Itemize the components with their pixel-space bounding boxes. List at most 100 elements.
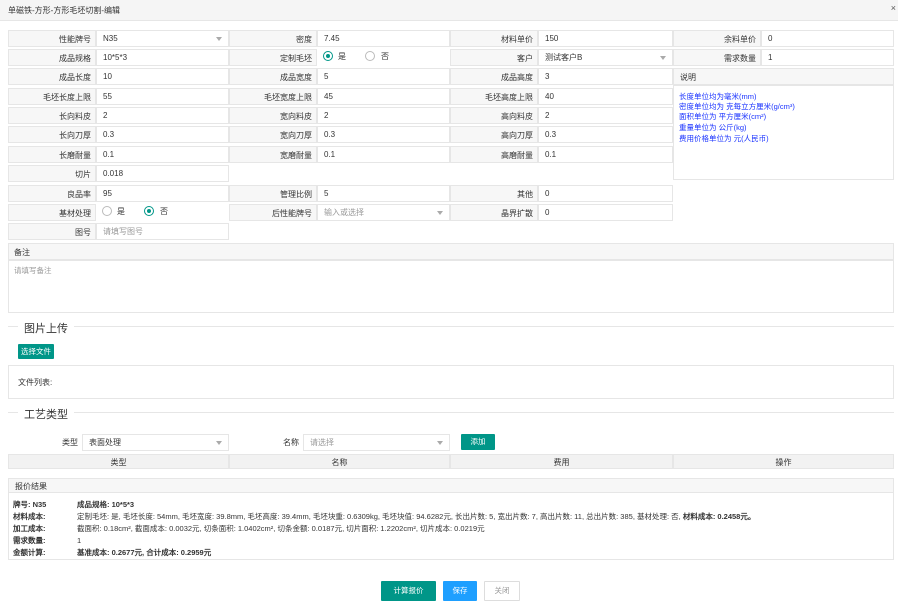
result-grade: 牌号: N35 xyxy=(13,500,47,509)
table-header-type: 类型 xyxy=(8,454,229,469)
chevron-down-icon xyxy=(216,441,222,445)
result-amount-row: 金额计算: 基准成本: 0.2677元, 合计成本: 0.2959元 xyxy=(13,547,211,558)
width-blade-label: 宽向刀厚 xyxy=(229,126,317,143)
post-grade-label: 后性能牌号 xyxy=(229,204,317,221)
add-process-button[interactable]: 添加 xyxy=(461,434,495,450)
spec-input[interactable]: 10*5*3 xyxy=(96,49,229,66)
process-type-label: 类型 xyxy=(8,434,82,451)
save-button[interactable]: 保存 xyxy=(443,581,477,601)
height-label: 成品高度 xyxy=(450,68,538,85)
result-material-row: 材料成本: 定制毛坯: 是, 毛坯长度: 54mm, 毛坯宽度: 39.8mm, … xyxy=(13,511,755,522)
choose-file-button[interactable]: 选择文件 xyxy=(18,344,54,359)
result-processing-key: 加工成本: xyxy=(13,524,46,533)
table-header-actions: 操作 xyxy=(673,454,894,469)
height-blade-input[interactable]: 0.3 xyxy=(538,126,673,143)
base-treatment-no-radio[interactable] xyxy=(144,206,154,216)
other-label: 其他 xyxy=(450,185,538,202)
spec-label: 成品规格 xyxy=(8,49,96,66)
grain-diffusion-input[interactable]: 0 xyxy=(538,204,673,221)
section-divider xyxy=(8,412,894,413)
other-input[interactable]: 0 xyxy=(538,185,673,202)
result-spec: 成品规格: 10*5*3 xyxy=(77,500,135,509)
width-blade-input[interactable]: 0.3 xyxy=(317,126,450,143)
grade-select[interactable]: N35 xyxy=(96,30,229,47)
width-grind-label: 宽磨耐量 xyxy=(229,146,317,163)
notes-line: 费用价格单位为 元(人民币) xyxy=(679,134,769,143)
base-treatment-yes-radio[interactable] xyxy=(102,206,112,216)
blank-length-input[interactable]: 55 xyxy=(96,88,229,105)
result-header: 报价结果 xyxy=(8,478,894,493)
close-icon[interactable]: × xyxy=(891,3,896,13)
result-amount-key: 金额计算: xyxy=(13,548,46,557)
custom-blank-no-radio[interactable] xyxy=(365,51,375,61)
width-grind-input[interactable]: 0.1 xyxy=(317,146,450,163)
process-name-select[interactable]: 请选择 xyxy=(303,434,450,451)
height-blade-label: 高向刀厚 xyxy=(450,126,538,143)
height-skin-input[interactable]: 2 xyxy=(538,107,673,124)
width-skin-input[interactable]: 2 xyxy=(317,107,450,124)
drawing-number-label: 图号 xyxy=(8,223,96,240)
notes-line: 重量单位为 公斤(kg) xyxy=(679,123,747,132)
yield-input[interactable]: 95 xyxy=(96,185,229,202)
scrap-price-label: 余料单价 xyxy=(673,30,761,47)
notes-line: 面积单位为 平方厘米(cm²) xyxy=(679,112,767,121)
remark-label: 备注 xyxy=(8,243,894,260)
file-list-panel: 文件列表: xyxy=(8,365,894,399)
result-qty-value: 1 xyxy=(77,536,82,545)
table-header-cost: 费用 xyxy=(450,454,673,469)
length-label: 成品长度 xyxy=(8,68,96,85)
custom-blank-yes-radio[interactable] xyxy=(323,51,333,61)
close-button[interactable]: 关闭 xyxy=(484,581,520,601)
height-grind-label: 高磨耐量 xyxy=(450,146,538,163)
height-input[interactable]: 3 xyxy=(538,68,673,85)
post-grade-select[interactable]: 输入或选择 xyxy=(317,204,450,221)
length-blade-input[interactable]: 0.3 xyxy=(96,126,229,143)
result-qty-key: 需求数量: xyxy=(13,536,46,545)
window-title: 单磁铁-方形-方形毛坯切割-编辑 xyxy=(8,6,120,15)
density-input[interactable]: 7.45 xyxy=(317,30,450,47)
qty-input[interactable]: 1 xyxy=(761,49,894,66)
width-label: 成品宽度 xyxy=(229,68,317,85)
slice-label: 切片 xyxy=(8,165,96,182)
process-section-title: 工艺类型 xyxy=(18,406,74,422)
blank-width-label: 毛坯宽度上限 xyxy=(229,88,317,105)
chevron-down-icon xyxy=(437,441,443,445)
base-treatment-radio-group: 是 否 xyxy=(96,204,229,221)
file-list-label: 文件列表: xyxy=(18,378,53,387)
blank-height-input[interactable]: 40 xyxy=(538,88,673,105)
upload-section-title: 图片上传 xyxy=(18,320,74,336)
table-header-name: 名称 xyxy=(229,454,450,469)
remark-textarea[interactable]: 请填写备注 xyxy=(8,260,894,313)
notes-textarea[interactable]: 长度单位均为毫米(mm) 密度单位均为 克每立方厘米(g/cm³) 面积单位为 … xyxy=(673,85,894,180)
mgmt-ratio-input[interactable]: 5 xyxy=(317,185,450,202)
result-processing-row: 加工成本: 截面积: 0.18cm², 截面成本: 0.0032元, 切条面积: … xyxy=(13,523,485,534)
height-skin-label: 高向料皮 xyxy=(450,107,538,124)
base-treatment-label: 基材处理 xyxy=(8,204,96,221)
chevron-down-icon xyxy=(437,211,443,215)
base-treatment-no-label: 否 xyxy=(160,207,168,216)
material-price-input[interactable]: 150 xyxy=(538,30,673,47)
customer-select[interactable]: 测试客户B xyxy=(538,49,673,66)
section-divider xyxy=(8,326,894,327)
custom-blank-radio-group: 是 否 xyxy=(317,49,450,66)
custom-blank-label: 定制毛坯 xyxy=(229,49,317,66)
length-skin-input[interactable]: 2 xyxy=(96,107,229,124)
density-label: 密度 xyxy=(229,30,317,47)
result-material-bold: 材料成本: 0.2458元。 xyxy=(682,512,756,521)
calculate-quote-button[interactable]: 计算报价 xyxy=(381,581,436,601)
height-grind-input[interactable]: 0.1 xyxy=(538,146,673,163)
process-name-label: 名称 xyxy=(229,434,303,451)
drawing-number-input[interactable]: 请填写图号 xyxy=(96,223,229,240)
slice-input[interactable]: 0.018 xyxy=(96,165,229,182)
scrap-price-input[interactable]: 0 xyxy=(761,30,894,47)
grade-label: 性能牌号 xyxy=(8,30,96,47)
process-type-select[interactable]: 表面处理 xyxy=(82,434,229,451)
customer-value: 测试客户B xyxy=(545,53,583,62)
length-grind-input[interactable]: 0.1 xyxy=(96,146,229,163)
result-grade-row: 牌号: N35 成品规格: 10*5*3 xyxy=(13,499,134,510)
length-input[interactable]: 10 xyxy=(96,68,229,85)
blank-length-label: 毛坯长度上限 xyxy=(8,88,96,105)
blank-width-input[interactable]: 45 xyxy=(317,88,450,105)
width-input[interactable]: 5 xyxy=(317,68,450,85)
length-grind-label: 长磨耐量 xyxy=(8,146,96,163)
